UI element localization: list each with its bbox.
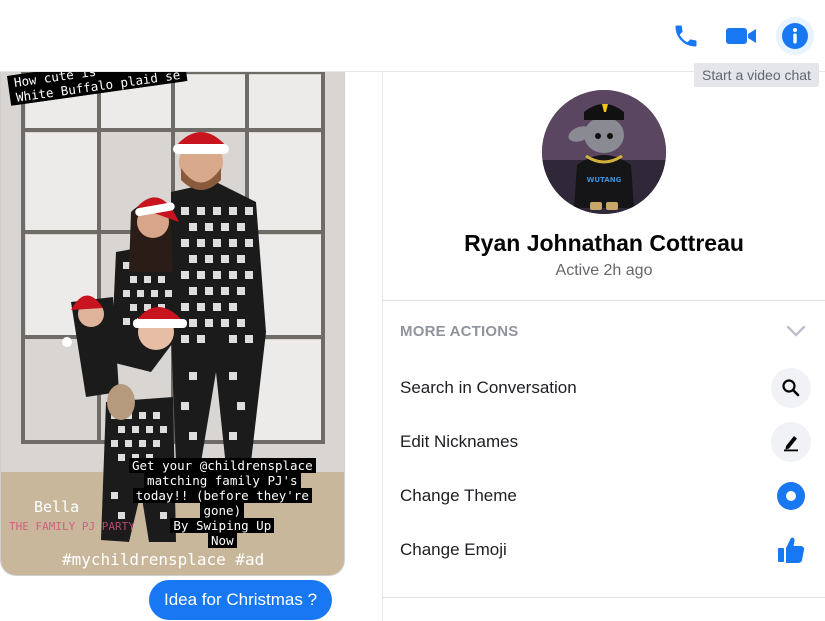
thumbs-up-icon <box>771 530 811 570</box>
story-overlay-party: THE FAMILY PJ PARTY <box>9 520 135 533</box>
story-overlay-promo-line: matching family PJ's <box>144 473 301 488</box>
active-status: Active 2h ago <box>555 262 653 279</box>
video-chat-tooltip: Start a video chat <box>694 63 819 87</box>
conversation-info-panel: WUTANG Ryan Johnathan Cottreau Active 2h… <box>383 72 825 621</box>
story-overlay-promo-line: today!! (before they're <box>132 488 312 503</box>
action-label: Change Theme <box>400 486 517 505</box>
messenger-window: Start a video chat How cute is White Buf… <box>0 0 825 621</box>
theme-circle-icon <box>771 476 811 516</box>
audio-call-button[interactable] <box>667 17 705 55</box>
divider <box>383 597 825 598</box>
profile-picture: WUTANG <box>542 90 666 214</box>
sent-message-bubble[interactable]: Idea for Christmas ? <box>149 580 333 620</box>
video-camera-icon <box>725 24 757 48</box>
search-icon <box>771 368 811 408</box>
action-label: Search in Conversation <box>400 378 577 397</box>
conversation-info-button[interactable] <box>776 17 814 55</box>
chat-header: Start a video chat <box>0 0 825 87</box>
action-label: Change Emoji <box>400 540 507 559</box>
more-actions-heading: MORE ACTIONS <box>400 323 519 340</box>
story-overlay-promo: Get your @childrensplace matching family… <box>129 458 316 548</box>
search-in-conversation-button[interactable]: Search in Conversation <box>383 364 825 414</box>
conversation-area[interactable]: How cute is White Buffalo plaid se Get y… <box>0 72 382 621</box>
story-overlay-hashtags: #mychildrensplace #ad <box>62 550 265 569</box>
phone-icon <box>672 22 700 50</box>
change-theme-button[interactable]: Change Theme <box>383 472 825 522</box>
video-call-button[interactable] <box>722 17 760 55</box>
story-overlay-promo-line: Get your @childrensplace <box>129 458 316 473</box>
chevron-down-icon[interactable] <box>785 322 807 340</box>
shared-story-image[interactable]: How cute is White Buffalo plaid se Get y… <box>0 72 345 576</box>
avatar[interactable]: WUTANG <box>542 90 666 214</box>
story-overlay-promo-line: Now <box>208 533 237 548</box>
edit-nicknames-button[interactable]: Edit Nicknames <box>383 418 825 468</box>
profile-name: Ryan Johnathan Cottreau <box>464 230 744 256</box>
divider <box>383 300 825 301</box>
pencil-icon <box>771 422 811 462</box>
story-overlay-promo-line: gone) <box>200 503 245 518</box>
story-overlay-promo-line: By Swiping Up <box>170 518 275 533</box>
change-emoji-button[interactable]: Change Emoji <box>383 526 825 576</box>
svg-text:WUTANG: WUTANG <box>587 176 622 184</box>
story-overlay-name: Bella <box>34 498 80 516</box>
action-label: Edit Nicknames <box>400 432 519 451</box>
info-icon <box>781 22 809 50</box>
